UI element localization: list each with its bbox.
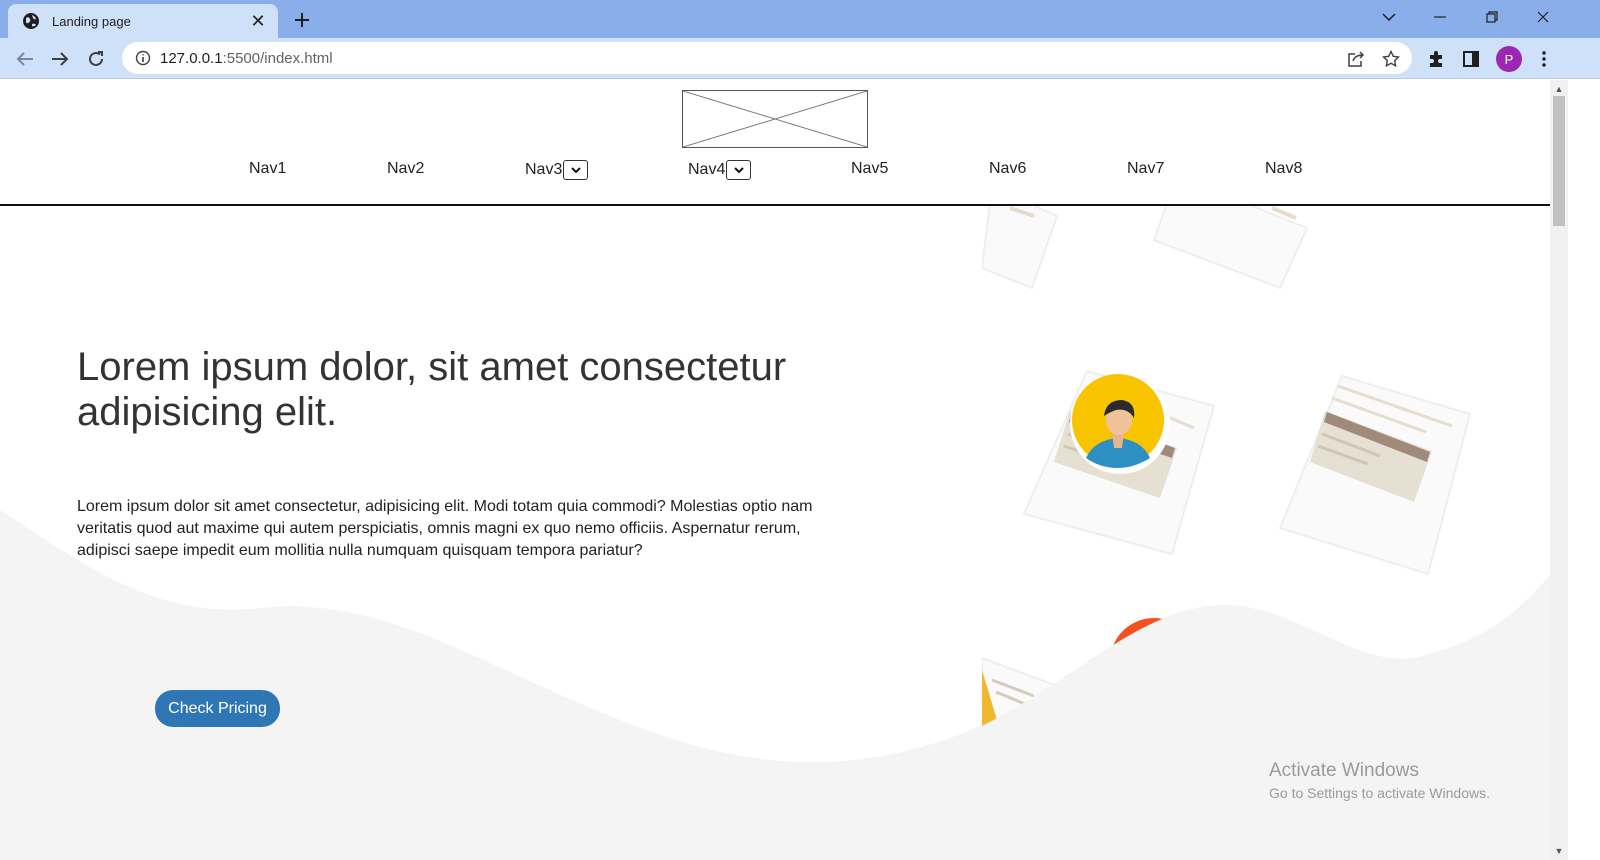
restore-icon[interactable] — [1469, 0, 1515, 34]
nav-label: Nav7 — [1127, 160, 1165, 177]
chevron-down-icon[interactable] — [726, 160, 752, 180]
browser-toolbar: 127.0.0.1:5500/index.html P — [0, 38, 1600, 79]
illustration-wave — [982, 576, 1550, 730]
document-card-icon — [982, 206, 1309, 290]
scroll-up-icon[interactable]: ▲ — [1554, 84, 1564, 94]
document-card-icon — [1278, 374, 1472, 576]
profile-avatar[interactable]: P — [1496, 46, 1522, 72]
nav-item-6[interactable]: Nav6 — [989, 160, 1026, 178]
scroll-down-icon[interactable]: ▼ — [1554, 846, 1564, 856]
activate-windows-watermark: Activate Windows Go to Settings to activ… — [1269, 760, 1490, 801]
watermark-subtitle: Go to Settings to activate Windows. — [1269, 785, 1490, 801]
extensions-icon[interactable] — [1421, 44, 1451, 74]
tab-search-icon[interactable] — [1366, 0, 1412, 34]
nav-label: Nav6 — [989, 160, 1027, 177]
share-icon[interactable] — [1341, 44, 1371, 74]
chevron-down-icon[interactable] — [563, 160, 589, 180]
logo-placeholder — [682, 90, 868, 148]
nav-label: Nav5 — [851, 160, 889, 177]
tab-strip: Landing page ✕ — [0, 0, 1600, 38]
nav-item-4[interactable]: Nav4 — [688, 160, 752, 180]
url-host: 127.0.0.1 — [160, 49, 223, 67]
close-tab-icon[interactable]: ✕ — [244, 7, 272, 35]
watermark-title: Activate Windows — [1269, 760, 1419, 781]
url-text: 127.0.0.1:5500/index.html — [160, 50, 333, 67]
window-edge — [1568, 80, 1600, 860]
nav-item-8[interactable]: Nav8 — [1265, 160, 1302, 178]
forward-icon[interactable] — [45, 44, 75, 74]
hero-illustration — [982, 206, 1550, 730]
tab-title: Landing page — [52, 13, 131, 29]
page-viewport: Nav1 Nav2 Nav3 Nav4 Nav5 Nav6 Nav7 Nav8 … — [0, 80, 1550, 860]
back-icon[interactable] — [10, 44, 40, 74]
nav-item-3[interactable]: Nav3 — [525, 160, 589, 180]
hero-title: Lorem ipsum dolor, sit amet consectetur … — [77, 345, 787, 434]
close-window-icon[interactable] — [1520, 0, 1566, 34]
page-scrollbar[interactable]: ▲ ▼ — [1550, 80, 1568, 860]
url-path: :5500/index.html — [222, 49, 333, 67]
user-avatar-icon — [1070, 374, 1170, 474]
globe-icon — [23, 13, 39, 29]
nav-label: Nav3 — [525, 161, 563, 178]
browser-tab[interactable]: Landing page ✕ — [8, 4, 278, 38]
new-tab-icon[interactable] — [288, 6, 316, 34]
nav-item-7[interactable]: Nav7 — [1127, 160, 1164, 178]
side-panel-icon[interactable] — [1456, 44, 1486, 74]
nav-label: Nav1 — [249, 160, 287, 177]
nav-label: Nav8 — [1265, 160, 1303, 177]
reload-icon[interactable] — [81, 44, 111, 74]
nav-item-5[interactable]: Nav5 — [851, 160, 888, 178]
nav-item-2[interactable]: Nav2 — [387, 160, 424, 178]
menu-kebab-icon[interactable] — [1529, 44, 1559, 74]
address-bar[interactable]: 127.0.0.1:5500/index.html — [122, 42, 1412, 74]
bookmark-star-icon[interactable] — [1376, 44, 1406, 74]
scrollbar-thumb[interactable] — [1553, 96, 1565, 226]
hero-description: Lorem ipsum dolor sit amet consectetur, … — [77, 498, 813, 559]
nav-label: Nav2 — [387, 160, 425, 177]
nav-label: Nav4 — [688, 161, 726, 178]
nav-item-1[interactable]: Nav1 — [249, 160, 286, 178]
minimize-icon[interactable] — [1417, 0, 1463, 34]
site-info-icon[interactable] — [128, 50, 158, 66]
check-pricing-button[interactable]: Check Pricing — [155, 690, 280, 727]
